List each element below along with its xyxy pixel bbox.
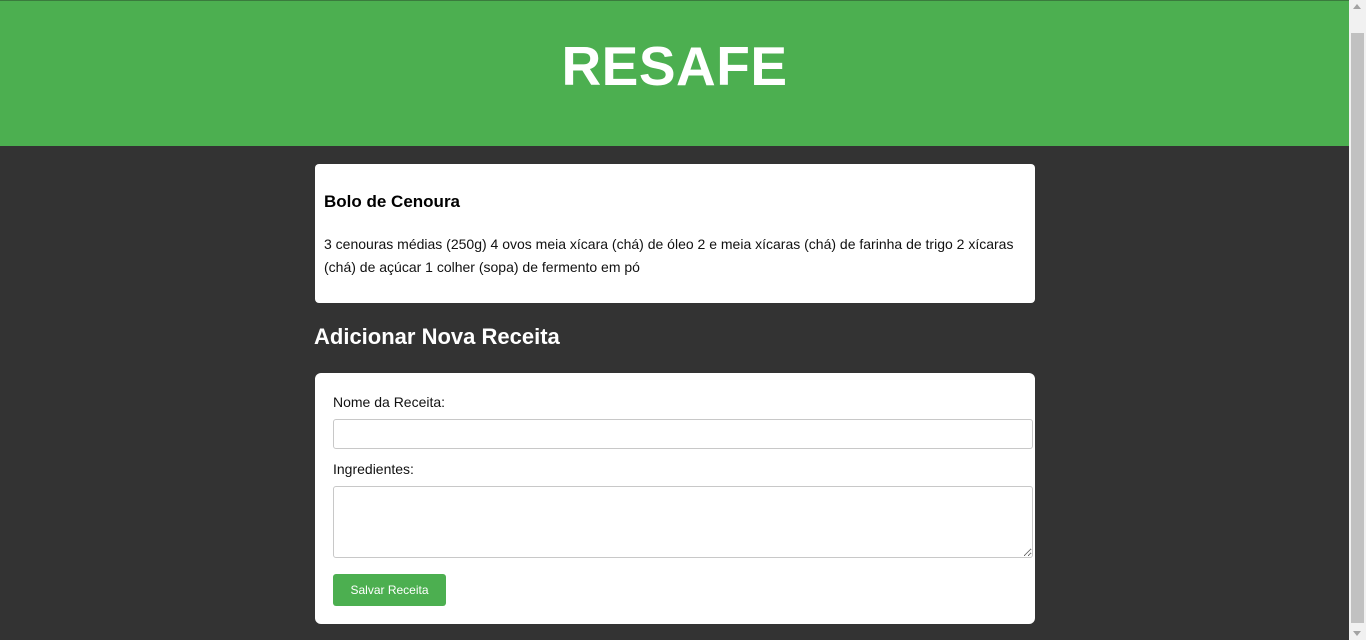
vertical-scrollbar[interactable] xyxy=(1349,0,1366,640)
scrollbar-thumb[interactable] xyxy=(1351,33,1364,623)
scroll-down-icon[interactable] xyxy=(1353,631,1361,636)
save-recipe-button[interactable]: Salvar Receita xyxy=(333,574,446,606)
recipe-ingredients: 3 cenouras médias (250g) 4 ovos meia xíc… xyxy=(324,236,1014,275)
recipe-name-label: Nome da Receita: xyxy=(333,394,446,410)
recipe-name-input[interactable] xyxy=(333,419,1033,449)
recipe-card: Bolo de Cenoura 3 cenouras médias (250g)… xyxy=(315,164,1035,303)
ingredients-textarea[interactable] xyxy=(333,486,1033,558)
section-title: Adicionar Nova Receita xyxy=(314,324,560,349)
app-title: RESAFE xyxy=(561,35,788,97)
site-header: RESAFE xyxy=(0,0,1349,146)
recipe-title: Bolo de Cenoura xyxy=(324,192,461,211)
ingredients-label: Ingredientes: xyxy=(333,461,414,477)
scroll-up-icon[interactable] xyxy=(1353,4,1361,9)
add-recipe-form: Nome da Receita: Ingredientes: Salvar Re… xyxy=(315,373,1035,624)
